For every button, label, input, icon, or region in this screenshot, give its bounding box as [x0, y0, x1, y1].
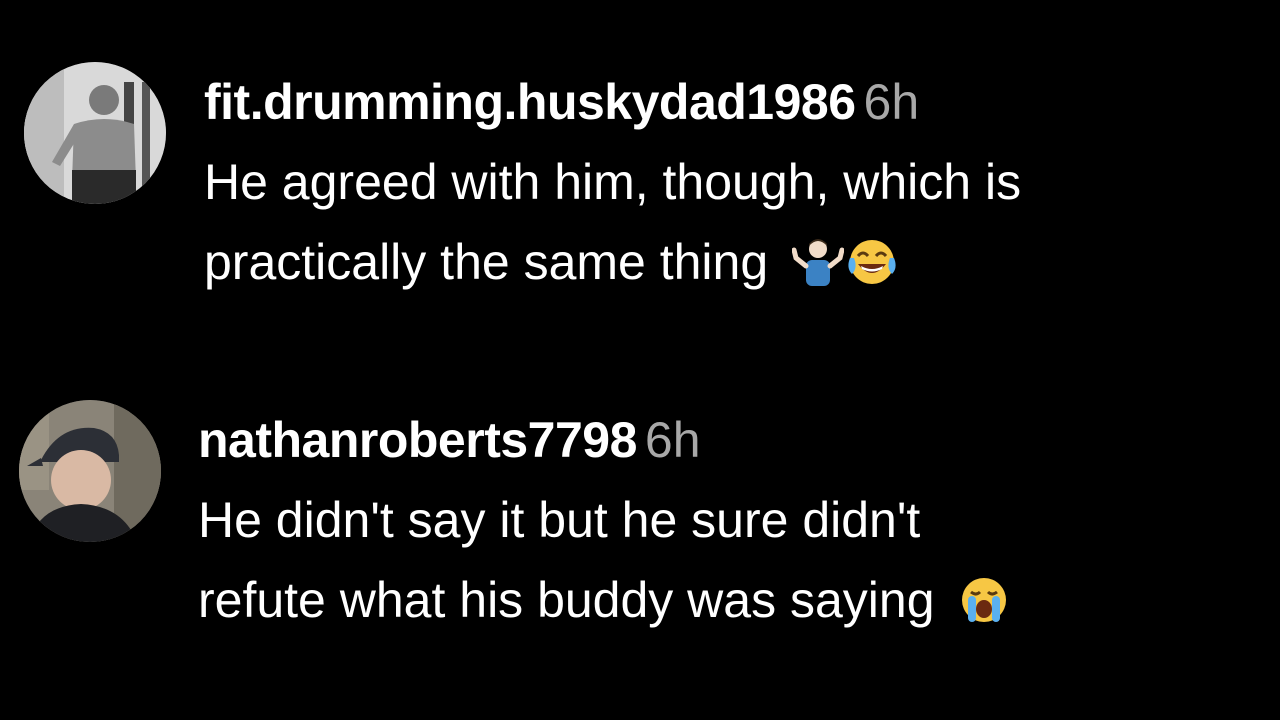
- comment-text-line: refute what his buddy was saying: [198, 572, 935, 628]
- timestamp: 6h: [644, 412, 701, 468]
- comment-text-line: He agreed with him, though, which is: [204, 154, 1022, 210]
- comment-header: fit.drumming.huskydad1986 6h: [204, 62, 1021, 142]
- comment-text-line-with-emoji: refute what his buddy was saying: [198, 560, 1010, 640]
- username[interactable]: fit.drumming.huskydad1986: [204, 74, 856, 130]
- avatar[interactable]: [19, 400, 161, 542]
- avatar[interactable]: [24, 62, 166, 204]
- comment-header: nathanroberts7798 6h: [198, 400, 1010, 480]
- loudly-crying-face-emoji: [958, 574, 1010, 626]
- comment-text-line: He didn't say it but he sure didn't: [198, 492, 921, 548]
- person-shrugging-emoji: [792, 236, 845, 288]
- comment-body: nathanroberts7798 6h He didn't say it but…: [198, 400, 1010, 640]
- comment-text-line-with-emoji: practically the same thing: [204, 222, 1021, 302]
- avatar-image: [24, 62, 166, 204]
- comment-text-line: practically the same thing: [204, 234, 769, 290]
- face-with-tears-of-joy-emoji: [846, 236, 898, 288]
- avatar-image: [19, 400, 161, 542]
- username[interactable]: nathanroberts7798: [198, 412, 637, 468]
- timestamp: 6h: [863, 74, 920, 130]
- comment-body: fit.drumming.huskydad1986 6h He agreed wi…: [204, 62, 1021, 302]
